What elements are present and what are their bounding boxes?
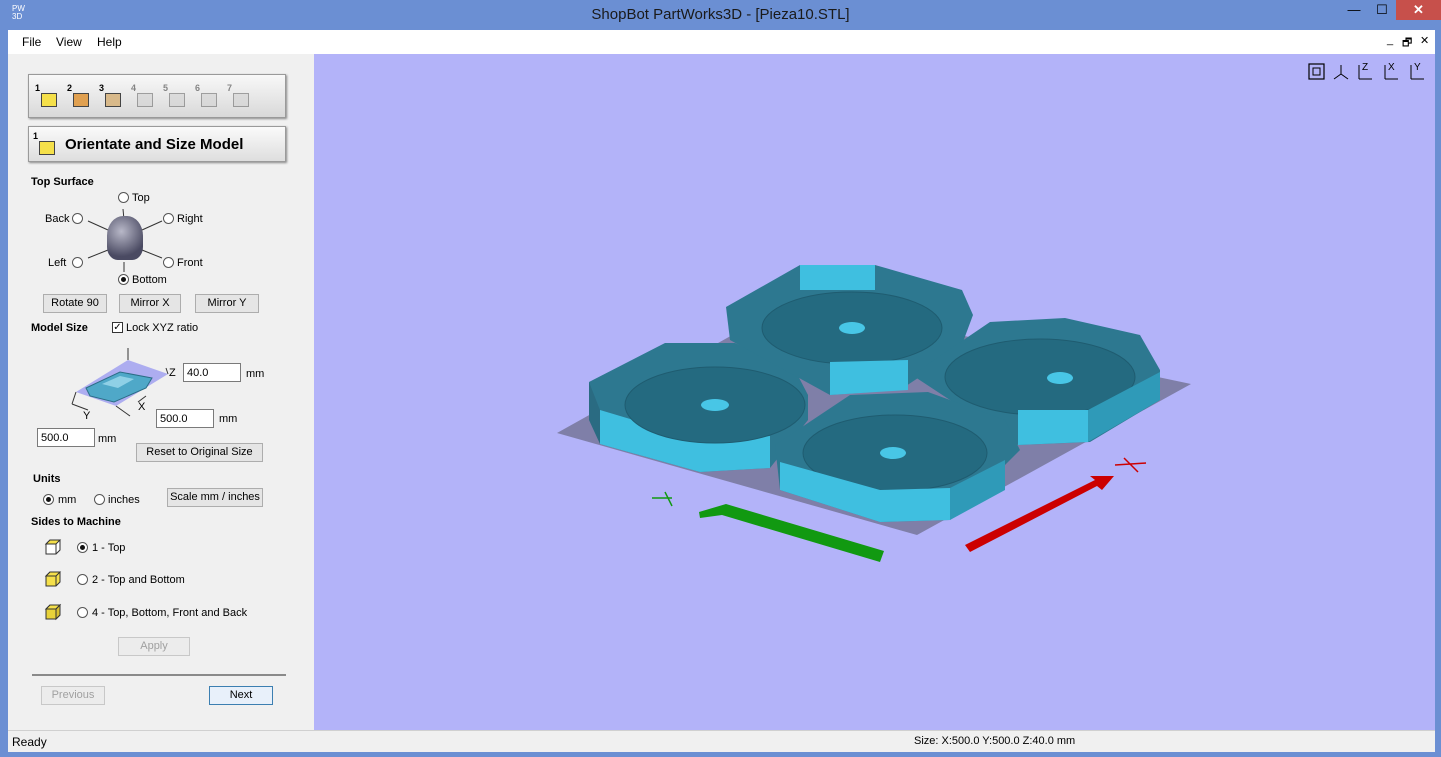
orient-model-icon: 1 [33,131,59,157]
minimize-button[interactable]: — [1340,0,1368,20]
units-mm-label: mm [58,494,77,506]
mdi-close-button[interactable]: ✕ [1420,34,1429,47]
radio-right[interactable] [163,213,174,224]
menu-bar: File View Help _ 🗗 ✕ [8,30,1435,54]
size-x-unit: mm [219,413,238,425]
radio-bottom-label: Bottom [132,274,167,286]
step-1-orient-icon[interactable]: 1 [35,83,61,109]
axis-y-label: Y [83,410,91,422]
radio-left-label: Left [48,257,67,269]
previous-button[interactable]: Previous [41,686,105,705]
step-5-icon[interactable]: 5 [163,83,189,109]
next-button[interactable]: Next [209,686,273,705]
size-z-input[interactable] [183,363,241,382]
wizard-step-toolbar: 1 2 3 4 5 6 7 [28,74,286,118]
sides-4-label: 4 - Top, Bottom, Front and Back [92,607,248,619]
step-heading-title: Orientate and Size Model [65,136,244,153]
sides-1-label: 1 - Top [92,542,126,554]
axis-x-label: X [138,401,146,413]
step-4-icon[interactable]: 4 [131,83,157,109]
size-z-unit: mm [246,368,265,380]
mdi-minimize-button[interactable]: _ [1387,34,1393,46]
units-inches-label: inches [108,494,140,506]
panel-divider [32,674,286,676]
rotate-90-button[interactable]: Rotate 90 [43,294,107,313]
radio-top[interactable] [118,192,129,203]
menu-help[interactable]: Help [97,35,122,49]
radio-back-label: Back [45,213,70,225]
window-title: ShopBot PartWorks3D - [Pieza10.STL] [591,6,850,23]
radio-top-label: Top [132,192,150,204]
top-surface-label: Top Surface [31,176,94,188]
mirror-y-button[interactable]: Mirror Y [195,294,259,313]
step-7-icon[interactable]: 7 [227,83,253,109]
units-mm-radio[interactable] [43,494,54,505]
menu-file[interactable]: File [22,35,41,49]
close-button[interactable]: ✕ [1396,0,1441,20]
sides-4-radio[interactable] [77,607,88,618]
wizard-panel: 1 2 3 4 5 6 7 1 Orientate and Size Model… [8,54,315,730]
3d-viewport[interactable]: Z X Y [314,54,1435,730]
radio-back[interactable] [72,213,83,224]
sides-2-label: 2 - Top and Bottom [92,574,185,586]
axis-z-label: Z [169,367,176,379]
sides-1-radio[interactable] [77,542,88,553]
maximize-button[interactable]: ☐ [1368,0,1396,20]
step-2-position-icon[interactable]: 2 [67,83,93,109]
status-text: Ready [12,735,47,749]
reset-original-size-button[interactable]: Reset to Original Size [136,443,263,462]
mdi-restore-button[interactable]: 🗗 [1402,34,1412,53]
size-y-input[interactable] [37,428,95,447]
status-size-readout: Size: X:500.0 Y:500.0 Z:40.0 mm [914,735,1076,747]
step-3-material-icon[interactable]: 3 [99,83,125,109]
four-sides-cube-icon [44,603,62,621]
one-side-cube-icon [44,539,62,555]
title-bar: PW 3D ShopBot PartWorks3D - [Pieza10.STL]… [0,0,1441,30]
status-bar: Ready Size: X:500.0 Y:500.0 Z:40.0 mm [8,730,1435,752]
size-y-unit: mm [98,433,117,445]
sides-2-radio[interactable] [77,574,88,585]
model-scene [557,265,1191,562]
bust-model-icon [107,216,143,260]
radio-front[interactable] [163,257,174,268]
radio-front-label: Front [177,257,203,269]
step-heading: 1 Orientate and Size Model [28,126,286,162]
mirror-x-button[interactable]: Mirror X [119,294,181,313]
two-sides-cube-icon [44,571,62,587]
units-label: Units [33,473,61,485]
lock-xyz-checkbox[interactable]: ✓ [112,322,123,333]
units-inches-radio[interactable] [94,494,105,505]
step-6-icon[interactable]: 6 [195,83,221,109]
menu-view[interactable]: View [56,35,82,49]
scale-mm-inches-button[interactable]: Scale mm / inches [167,488,263,507]
radio-left[interactable] [72,257,83,268]
lock-xyz-label: Lock XYZ ratio [126,322,199,334]
radio-bottom[interactable] [118,274,129,285]
size-x-input[interactable] [156,409,214,428]
apply-button[interactable]: Apply [118,637,190,656]
sides-to-machine-label: Sides to Machine [31,516,121,528]
radio-right-label: Right [177,213,203,225]
model-size-label: Model Size [31,322,88,334]
